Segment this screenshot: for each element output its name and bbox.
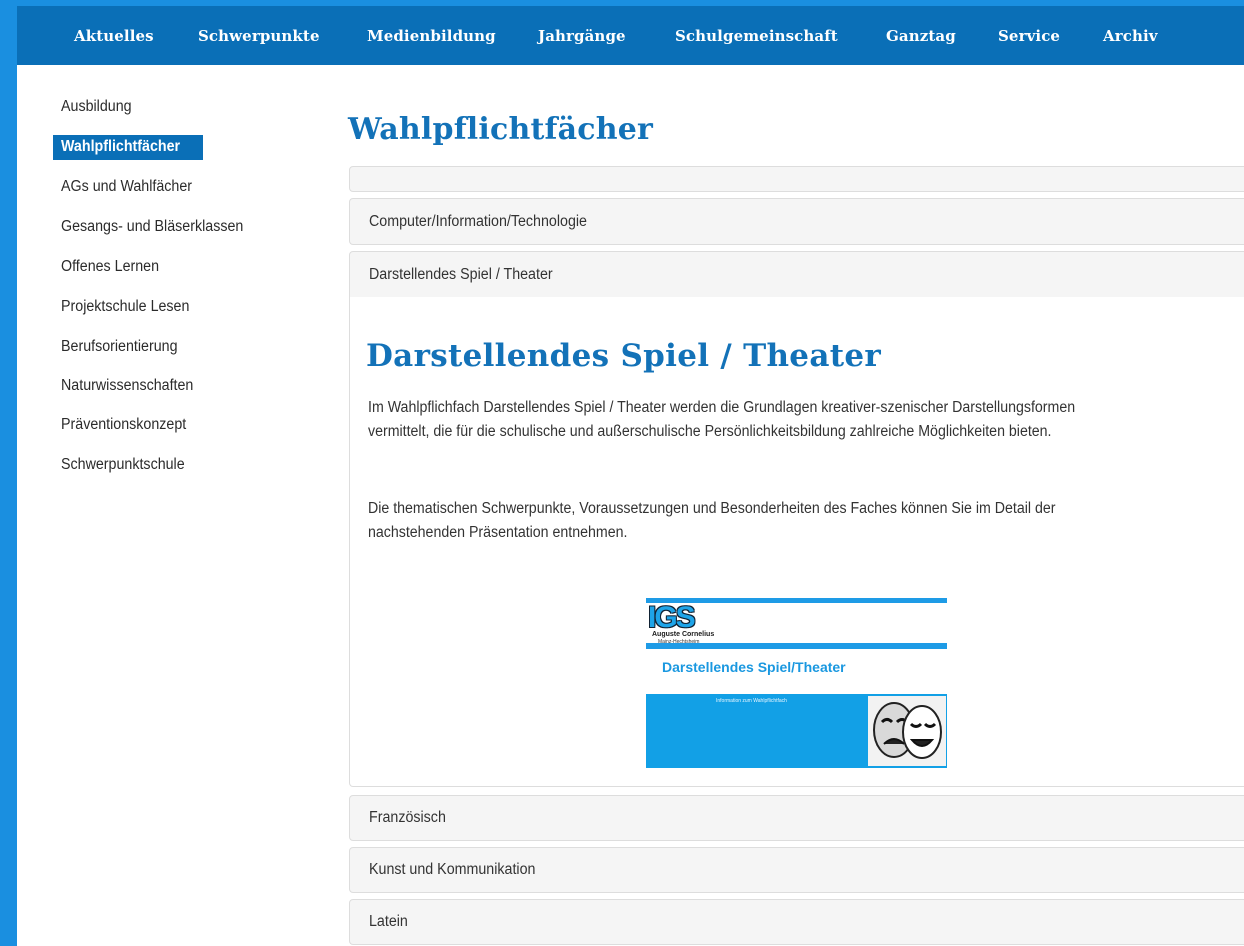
paragraph-line: Im Wahlpflichfach Darstellendes Spiel / … — [368, 399, 1076, 416]
nav-item-ganztag[interactable]: Ganztag — [886, 27, 956, 45]
accordion-panel-label: Kunst und Kommunikation — [369, 861, 536, 878]
sidebar-item-projektschule-lesen[interactable]: Projektschule Lesen — [61, 298, 189, 316]
sidebar-item-wahlpflichtfaecher[interactable]: Wahlpflichtfächer — [53, 135, 204, 160]
nav-item-service[interactable]: Service — [998, 27, 1060, 45]
nav-item-medienbildung[interactable]: Medienbildung — [367, 27, 496, 45]
content-title: Darstellendes Spiel / Theater — [366, 338, 881, 374]
sidebar-item-praeventionskonzept[interactable]: Präventionskonzept — [61, 416, 186, 434]
top-navigation: Aktuelles Schwerpunkte Medienbildung Jah… — [17, 0, 1244, 65]
paragraph-line: nachstehenden Präsentation entnehmen. — [368, 524, 628, 541]
theater-masks-icon — [868, 696, 946, 766]
sidebar-item-ags-und-wahlfaecher[interactable]: AGs und Wahlfächer — [61, 178, 192, 196]
sidebar-item-berufsorientierung[interactable]: Berufsorientierung — [61, 338, 178, 356]
school-logo-subtitle: Auguste Cornelius — [652, 631, 715, 638]
accordion-panel-label: Französisch — [369, 809, 446, 826]
nav-item-archiv[interactable]: Archiv — [1103, 27, 1158, 45]
accordion-panel-label: Latein — [369, 913, 408, 930]
paragraph-line: vermittelt, die für die schulische und a… — [368, 423, 1052, 440]
left-accent-bar — [0, 0, 17, 946]
sidebar-item-naturwissenschaften[interactable]: Naturwissenschaften — [61, 377, 193, 395]
content-paragraph-1: Im Wahlpflichfach Darstellendes Spiel / … — [368, 396, 1244, 444]
thumbnail-divider-bar — [646, 643, 947, 649]
school-logo: IGS — [648, 601, 696, 634]
sidebar-item-gesangs-und-blaeserklassen[interactable]: Gesangs- und Bläserklassen — [61, 218, 243, 236]
page-title: Wahlpflichtfächer — [348, 112, 654, 147]
accordion-panel-latein[interactable]: Latein — [349, 899, 1244, 945]
accordion-panel-theater[interactable]: Darstellendes Spiel / Theater — [349, 251, 1244, 298]
nav-item-schulgemeinschaft[interactable]: Schulgemeinschaft — [675, 27, 838, 45]
paragraph-line: Die thematischen Schwerpunkte, Vorausset… — [368, 500, 1056, 517]
nav-item-jahrgaenge[interactable]: Jahrgänge — [538, 27, 626, 45]
accordion-panel-kunst[interactable]: Kunst und Kommunikation — [349, 847, 1244, 893]
sidebar-item-schwerpunktschule[interactable]: Schwerpunktschule — [61, 456, 185, 474]
sidebar-item-ausbildung[interactable]: Ausbildung — [61, 98, 132, 116]
accordion-panel-franzoesisch[interactable]: Französisch — [349, 795, 1244, 841]
content-paragraph-2: Die thematischen Schwerpunkte, Vorausset… — [368, 497, 1244, 545]
nav-item-schwerpunkte[interactable]: Schwerpunkte — [198, 27, 320, 45]
accordion-panel-computer[interactable]: Computer/Information/Technologie — [349, 198, 1244, 245]
nav-item-aktuelles[interactable]: Aktuelles — [74, 27, 154, 45]
accordion-panel-empty[interactable] — [349, 166, 1244, 192]
presentation-thumbnail[interactable]: IGS Auguste Cornelius Mainz-Hechtsheim D… — [646, 598, 947, 768]
accordion-panel-label: Darstellendes Spiel / Theater — [369, 265, 553, 283]
accordion-panel-label: Computer/Information/Technologie — [369, 212, 587, 230]
sidebar-item-label: Wahlpflichtfächer — [61, 138, 181, 155]
thumbnail-title: Darstellendes Spiel/Theater — [662, 659, 846, 675]
sidebar-item-offenes-lernen[interactable]: Offenes Lernen — [61, 258, 159, 276]
thumbnail-subtitle: Information zum Wahlpflichtfach — [716, 698, 787, 704]
